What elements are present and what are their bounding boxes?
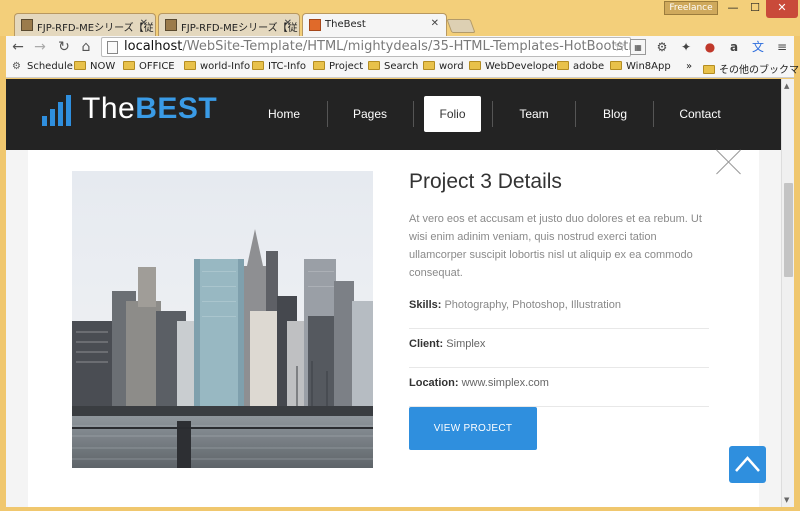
scroll-down-arrow-icon[interactable]: ▼ [784, 496, 789, 504]
back-to-top-button[interactable] [729, 446, 766, 483]
nav-item-blog[interactable]: Blog [577, 96, 653, 132]
folder-icon [703, 65, 715, 74]
location-row: Location: www.simplex.com [409, 376, 709, 407]
forward-arrow-icon[interactable]: → [31, 37, 49, 57]
bookmark-schedule[interactable]: ⚙ Schedule [12, 61, 73, 72]
bookmark-folder-office[interactable]: OFFICE [123, 61, 175, 72]
gear-icon[interactable]: ⚙ [654, 39, 670, 55]
bookmarks-bar: ⚙ Schedule NOW OFFICE world-Info ITC-Info… [6, 58, 800, 78]
page-scrollbar[interactable]: ▲ ▼ [781, 79, 794, 507]
browser-titlebar: FJP-RFD-MEシリーズ【従・ ✕ FJP-RFD-MEシリーズ【従・ ✕ … [0, 0, 800, 36]
folder-icon [469, 61, 481, 70]
back-arrow-icon[interactable]: ← [9, 37, 27, 57]
browser-window: FJP-RFD-MEシリーズ【従・ ✕ FJP-RFD-MEシリーズ【従・ ✕ … [0, 0, 800, 511]
skills-label: Skills: [409, 299, 442, 311]
site-logo[interactable]: TheBEST [82, 92, 217, 126]
nav-item-pages[interactable]: Pages [329, 96, 411, 132]
chevron-up-icon [735, 456, 760, 472]
page-viewport: TheBEST Home Pages Folio Team Blog Conta… [6, 79, 781, 507]
amazon-extension-icon[interactable]: a [726, 39, 742, 55]
logo-bars-icon [42, 95, 74, 126]
other-bookmarks-folder[interactable]: その他のブックマーク [703, 61, 800, 76]
close-tab-icon[interactable]: ✕ [431, 18, 439, 29]
project-description: At vero eos et accusam et justo duo dolo… [409, 213, 702, 279]
bookmark-folder-search[interactable]: Search [368, 61, 418, 72]
project-title: Project 3 Details [409, 170, 562, 193]
page-favicon-icon [21, 19, 33, 31]
site-favicon-icon [309, 19, 321, 31]
close-tab-icon[interactable]: ✕ [284, 18, 292, 29]
bookmark-folder-now[interactable]: NOW [74, 61, 115, 72]
project-image [72, 171, 373, 468]
url-host: localhost [124, 39, 183, 54]
folder-icon [313, 61, 325, 70]
nav-divider [653, 101, 654, 127]
client-value: Simplex [446, 338, 486, 350]
translate-extension-icon[interactable]: 文 [750, 39, 766, 55]
clipper-extension-icon[interactable]: ● [702, 39, 718, 55]
location-value: www.simplex.com [461, 377, 549, 389]
bookmarks-overflow-chevron-icon[interactable]: » [686, 61, 692, 72]
reload-icon[interactable]: ↻ [55, 37, 73, 57]
bookmark-star-icon[interactable]: ☆ [613, 38, 626, 56]
folder-icon [252, 61, 264, 70]
nav-item-team[interactable]: Team [494, 96, 574, 132]
minimize-button[interactable]: — [722, 0, 744, 18]
folder-icon [74, 61, 86, 70]
home-icon[interactable]: ⌂ [77, 37, 95, 57]
url-path: /WebSite-Template/HTML/mightydeals/35-HT… [182, 39, 631, 54]
project-detail-panel: Project 3 Details At vero eos et accusam… [28, 150, 759, 507]
bookmark-folder-word[interactable]: word [423, 61, 464, 72]
nav-item-folio[interactable]: Folio [424, 96, 481, 132]
nav-divider [575, 101, 576, 127]
scroll-up-arrow-icon[interactable]: ▲ [784, 82, 789, 90]
bookmark-folder-webdeveloper[interactable]: WebDeveloper [469, 61, 558, 72]
project-details: Project 3 Details At vero eos et accusam… [409, 170, 709, 450]
browser-tab-3[interactable]: TheBest ✕ [302, 13, 447, 36]
bookmark-folder-itc-info[interactable]: ITC-Info [252, 61, 306, 72]
browser-tab-2[interactable]: FJP-RFD-MEシリーズ【従・ ✕ [158, 13, 300, 36]
page-icon [107, 41, 118, 54]
nav-divider [413, 101, 414, 127]
bookmark-folder-win8app[interactable]: Win8App [610, 61, 671, 72]
bookmark-folder-adobe[interactable]: adobe [557, 61, 604, 72]
extension-icon[interactable]: ▦ [630, 39, 646, 55]
page-favicon-icon [165, 19, 177, 31]
tab-label: FJP-RFD-MEシリーズ【従・ [37, 23, 156, 34]
nav-divider [327, 101, 328, 127]
profile-badge[interactable]: Freelance [664, 1, 718, 15]
nav-item-home[interactable]: Home [243, 96, 325, 132]
folder-icon [557, 61, 569, 70]
scrollbar-thumb[interactable] [784, 183, 793, 277]
address-bar[interactable]: localhost/WebSite-Template/HTML/mightyde… [101, 37, 631, 57]
tab-label: TheBest [325, 19, 366, 30]
bookmark-folder-project[interactable]: Project [313, 61, 363, 72]
menu-icon[interactable]: ≡ [774, 39, 790, 55]
maximize-button[interactable]: ☐ [744, 0, 766, 18]
client-row: Client: Simplex [409, 337, 709, 368]
gear-icon: ⚙ [12, 61, 21, 72]
close-window-button[interactable]: ✕ [766, 0, 798, 18]
close-tab-icon[interactable]: ✕ [140, 18, 148, 29]
close-icon[interactable] [715, 150, 743, 178]
folder-icon [184, 61, 196, 70]
puzzle-extension-icon[interactable]: ✦ [678, 39, 694, 55]
folder-icon [610, 61, 622, 70]
new-tab-button[interactable] [446, 19, 476, 33]
nav-item-contact[interactable]: Contact [655, 96, 745, 132]
site-header: TheBEST Home Pages Folio Team Blog Conta… [6, 79, 781, 150]
skills-row: Skills: Photography, Photoshop, Illustra… [409, 298, 709, 329]
browser-toolbar: ← → ↻ ⌂ localhost/WebSite-Template/HTML/… [6, 36, 794, 58]
browser-tab-1[interactable]: FJP-RFD-MEシリーズ【従・ ✕ [14, 13, 156, 36]
tab-label: FJP-RFD-MEシリーズ【従・ [181, 23, 300, 34]
folder-icon [423, 61, 435, 70]
nav-divider [492, 101, 493, 127]
folder-icon [123, 61, 135, 70]
folder-icon [368, 61, 380, 70]
location-label: Location: [409, 377, 459, 389]
view-project-button[interactable]: VIEW PROJECT [409, 407, 537, 450]
bookmark-folder-world-info[interactable]: world-Info [184, 61, 250, 72]
skills-value: Photography, Photoshop, Illustration [444, 299, 621, 311]
client-label: Client: [409, 338, 444, 350]
